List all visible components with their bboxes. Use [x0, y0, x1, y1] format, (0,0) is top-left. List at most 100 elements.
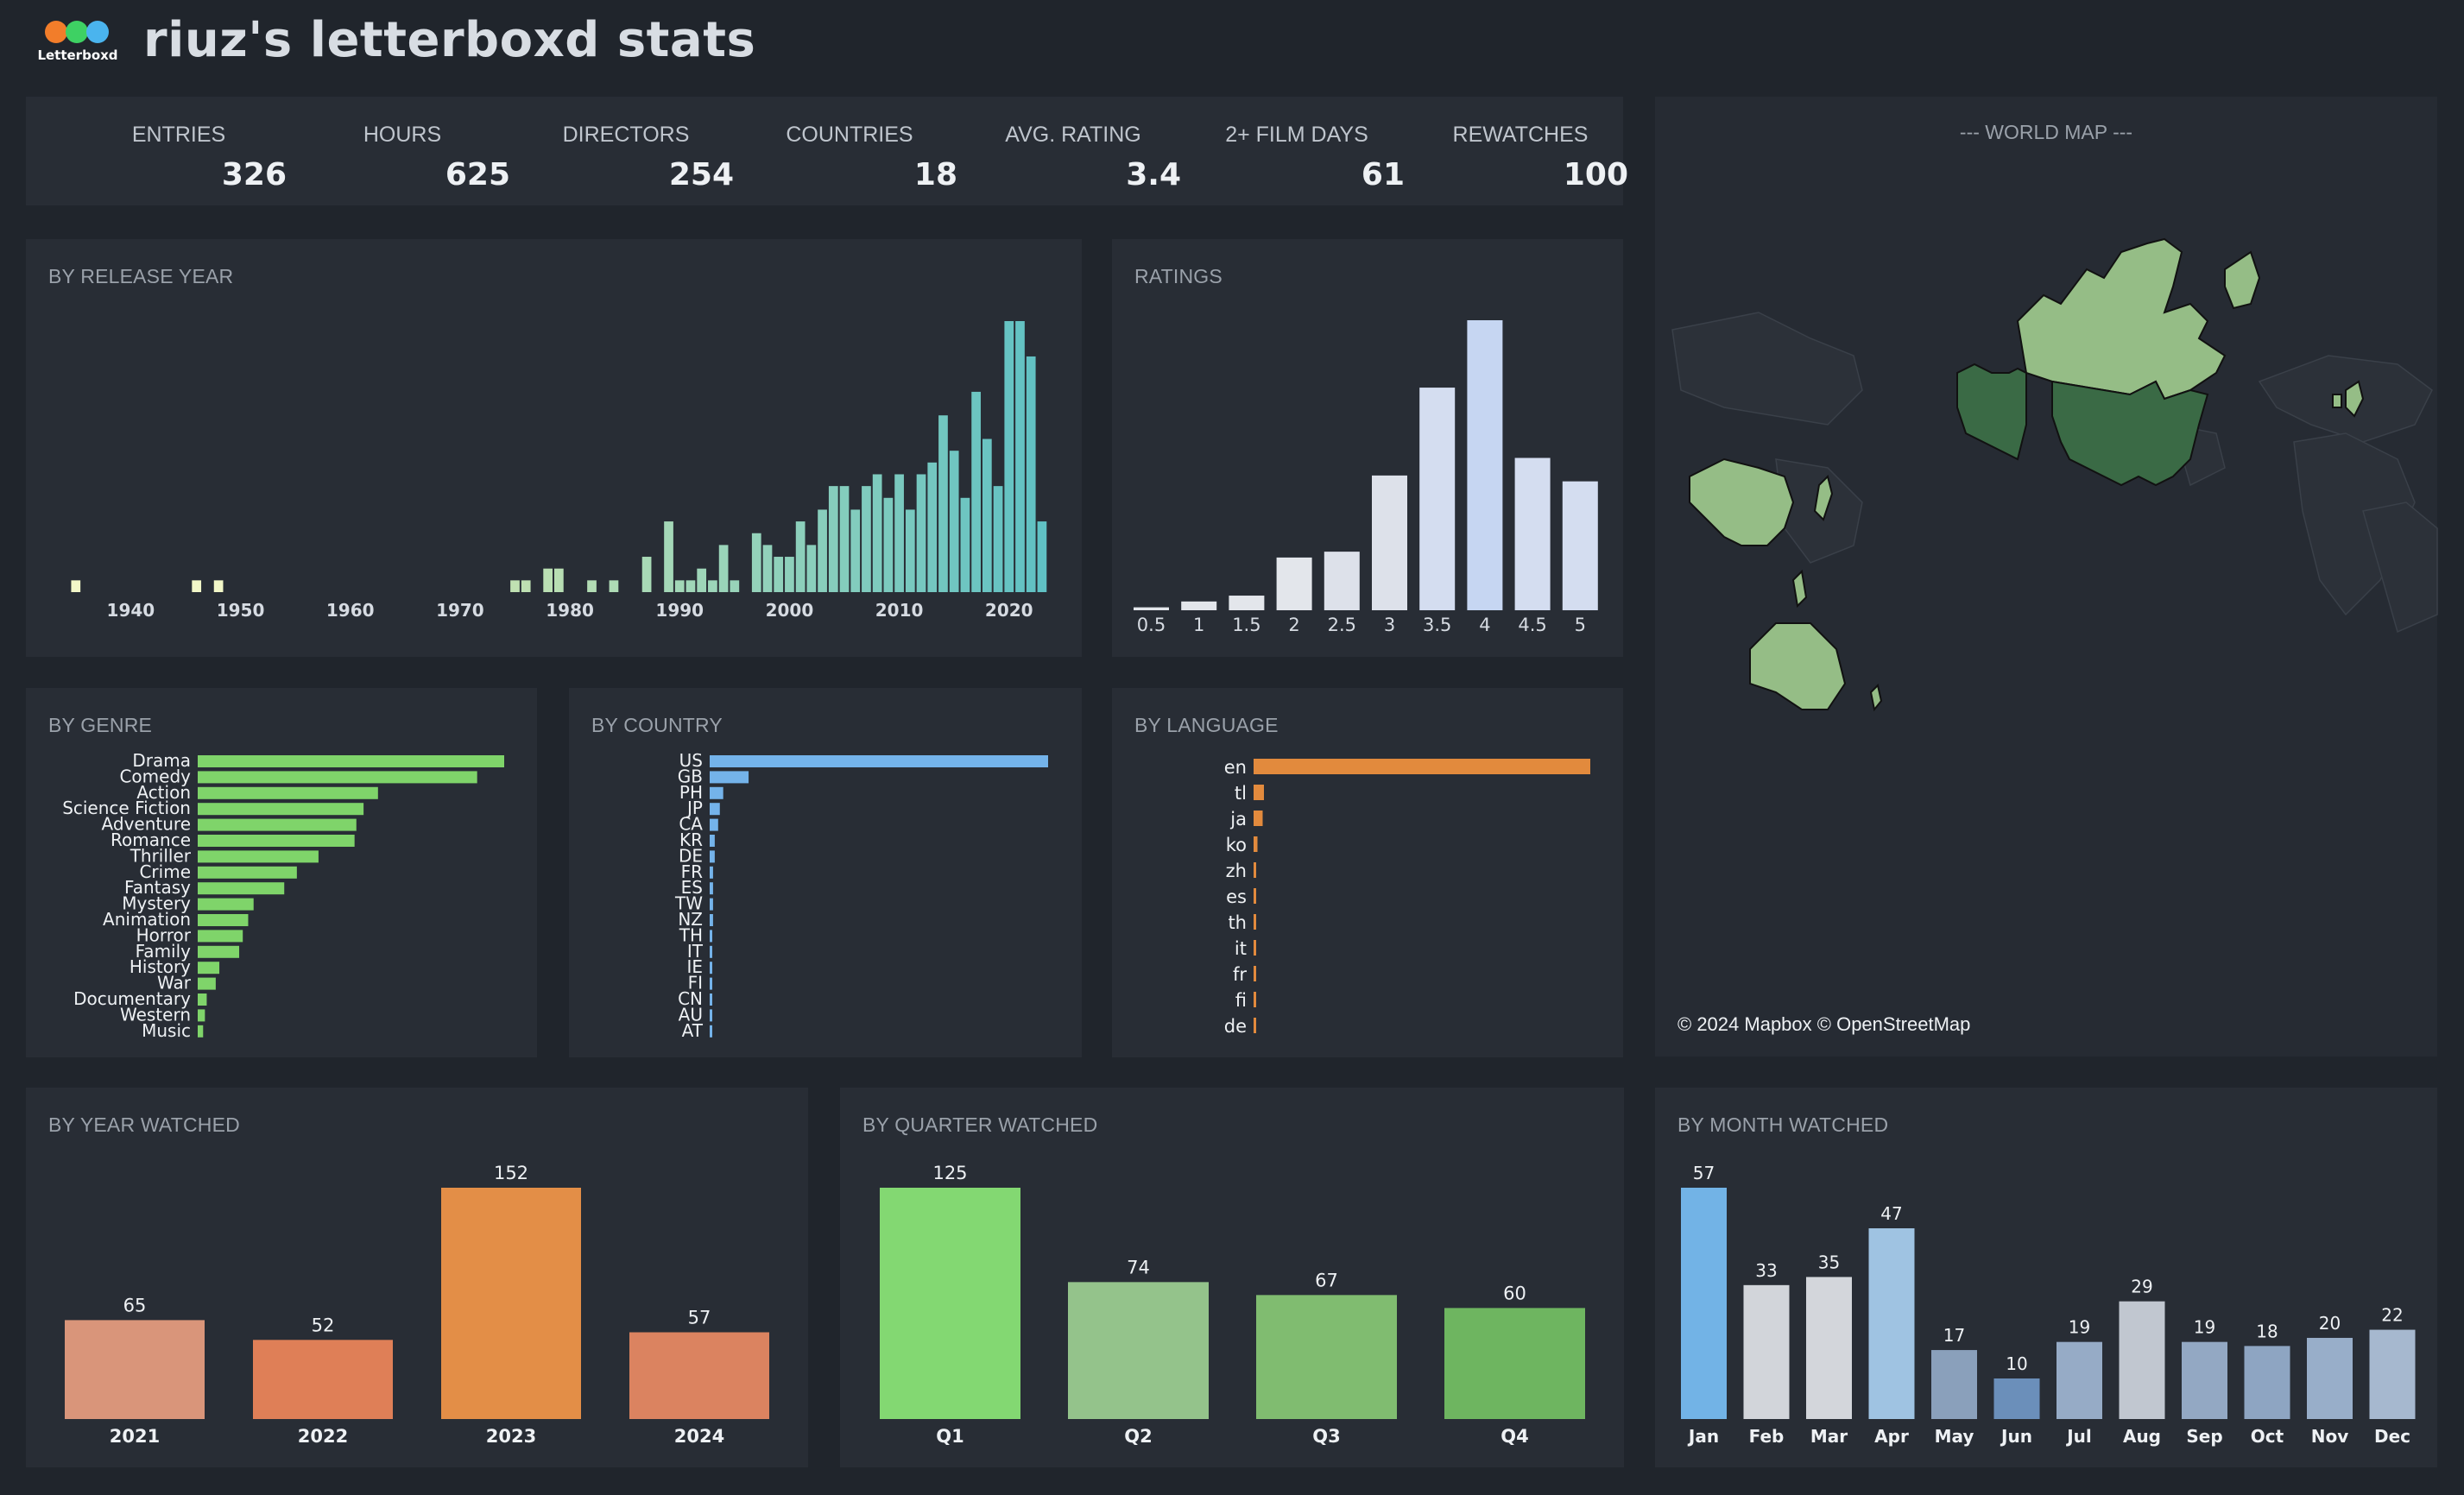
quarter-watched-chart: 125 Q1 74 Q2 67 Q3 60 Q4 — [880, 1163, 1585, 1447]
month_watched-bar — [2307, 1337, 2353, 1419]
release-year-bar — [1037, 521, 1047, 592]
quarter_watched-value-label: 74 — [1127, 1257, 1150, 1277]
month_watched-tick: Sep — [2186, 1426, 2222, 1447]
logo-text: Letterboxd — [37, 47, 118, 63]
page-title: riuz's letterboxd stats — [143, 12, 756, 68]
release-year-bar — [839, 486, 850, 592]
year_watched-tick: 2023 — [486, 1426, 536, 1447]
genre-bar — [198, 914, 249, 926]
genre-bar — [198, 945, 240, 958]
logo-dot-orange — [45, 21, 67, 43]
genre-chart: DramaComedyActionScience FictionAdventur… — [62, 750, 504, 1041]
release-year-bar — [521, 580, 531, 592]
genre-bar — [198, 882, 285, 895]
month_watched-value-label: 29 — [2131, 1277, 2152, 1297]
release-year-bar — [685, 580, 696, 592]
country-bar — [710, 850, 715, 863]
language-bar — [1254, 759, 1590, 774]
rating-bar — [1181, 601, 1217, 610]
release-year-bar — [927, 462, 938, 592]
month-watched-chart: 57 Jan 33 Feb 35 Mar 47 Apr 17 May 10 Jun 19 Jul 29 Aug… — [1681, 1163, 2416, 1447]
release-year-tick: 1970 — [436, 600, 484, 621]
year_watched-bar — [253, 1340, 393, 1419]
release-year-tick: 1960 — [326, 600, 375, 621]
genre-bar — [198, 786, 378, 799]
map-attribution[interactable]: © 2024 Mapbox © OpenStreetMap — [1677, 1013, 1970, 1036]
country-bar — [710, 755, 1048, 767]
release-year-bar — [905, 509, 915, 592]
logo-dot-blue — [86, 21, 109, 43]
language-bar — [1254, 811, 1263, 826]
language-bar — [1254, 914, 1256, 930]
country-bar — [710, 1009, 712, 1022]
quarter_watched-bar — [1068, 1282, 1209, 1419]
year-watched-panel: BY YEAR WATCHED 65 2021 52 2022 152 2023 57 202… — [26, 1088, 808, 1467]
stat-entries: ENTRIES 326 — [79, 97, 287, 205]
release-year-bar — [883, 497, 894, 592]
map-country-philippines — [1791, 569, 1808, 609]
release-year-bar — [785, 557, 794, 592]
month_watched-value-label: 10 — [2006, 1353, 2027, 1374]
world-map[interactable] — [1655, 97, 2438, 1057]
release-year-bar — [916, 474, 926, 592]
country-bar — [710, 994, 712, 1006]
month_watched-bar — [1743, 1284, 1790, 1419]
rating-tick: 2.5 — [1328, 615, 1356, 635]
quarter_watched-tick: Q1 — [936, 1426, 963, 1447]
year_watched-bar — [441, 1188, 581, 1419]
language-label: tl — [1235, 783, 1247, 804]
month_watched-value-label: 57 — [1693, 1163, 1715, 1183]
map-country-usa-alaska — [1956, 363, 2027, 461]
release-year-bar — [828, 486, 838, 592]
month_watched-value-label: 17 — [1943, 1325, 1965, 1346]
stat-label: DIRECTORS — [562, 123, 690, 147]
country-bar — [710, 945, 712, 958]
stat-value: 254 — [668, 157, 734, 192]
map-country-ireland — [2332, 394, 2342, 408]
quarter_watched-bar — [1256, 1295, 1397, 1419]
country-bar — [710, 771, 749, 784]
release-year-bar — [795, 521, 806, 592]
country-chart: USGBPHJPCAKRDEFRESTWNZTHITIEFICNAUAT — [674, 750, 1048, 1041]
month_watched-value-label: 33 — [1755, 1260, 1777, 1281]
quarter-watched-panel: BY QUARTER WATCHED 125 Q1 74 Q2 67 Q3 60 Q4 — [840, 1088, 1624, 1467]
release-year-bar — [71, 580, 81, 592]
month_watched-value-label: 22 — [2381, 1305, 2403, 1326]
release-year-tick: 1990 — [655, 600, 704, 621]
release-year-bar — [806, 545, 817, 592]
stat-label: REWATCHES — [1452, 123, 1589, 147]
release-year-bar — [708, 580, 717, 592]
rating-bar — [1372, 475, 1407, 610]
year_watched-value-label: 57 — [688, 1308, 711, 1328]
rating-bar — [1562, 481, 1598, 610]
rating-tick: 1 — [1193, 615, 1204, 635]
rating-tick: 0.5 — [1137, 615, 1166, 635]
stats-panel: ENTRIES 326 HOURS 625 DIRECTORS 254 COUNTRIES 1… — [26, 97, 1628, 205]
language-label: ja — [1229, 809, 1247, 830]
rating-tick: 5 — [1575, 615, 1586, 635]
genre-bar — [198, 977, 216, 990]
release-year-bar — [751, 533, 761, 592]
country-label: AT — [682, 1020, 704, 1041]
release-year-tick: 2010 — [875, 600, 924, 621]
language-bar — [1254, 1018, 1256, 1033]
rating-tick: 2 — [1288, 615, 1299, 635]
release-year-tick: 1980 — [546, 600, 594, 621]
genre-bar — [198, 850, 319, 863]
release-year-bar — [674, 580, 685, 592]
quarter_watched-bar — [880, 1188, 1020, 1419]
month_watched-tick: Feb — [1749, 1426, 1785, 1447]
rating-bar — [1134, 607, 1169, 610]
month_watched-bar — [1993, 1378, 2040, 1419]
language-label: ko — [1226, 835, 1247, 855]
release-year-bar — [993, 486, 1003, 592]
quarter_watched-value-label: 67 — [1315, 1270, 1338, 1290]
stat-hours: HOURS 625 — [303, 97, 510, 205]
release-year-bar — [213, 580, 224, 592]
month_watched-bar — [2056, 1341, 2102, 1419]
language-bar — [1254, 966, 1256, 981]
world-map-panel[interactable]: --- WORLD MAP --- © 2024 Mapbox © OpenSt… — [1655, 97, 2438, 1057]
country-bar — [710, 977, 712, 990]
genre-label: Music — [142, 1020, 191, 1041]
stat-value: 18 — [913, 157, 957, 192]
